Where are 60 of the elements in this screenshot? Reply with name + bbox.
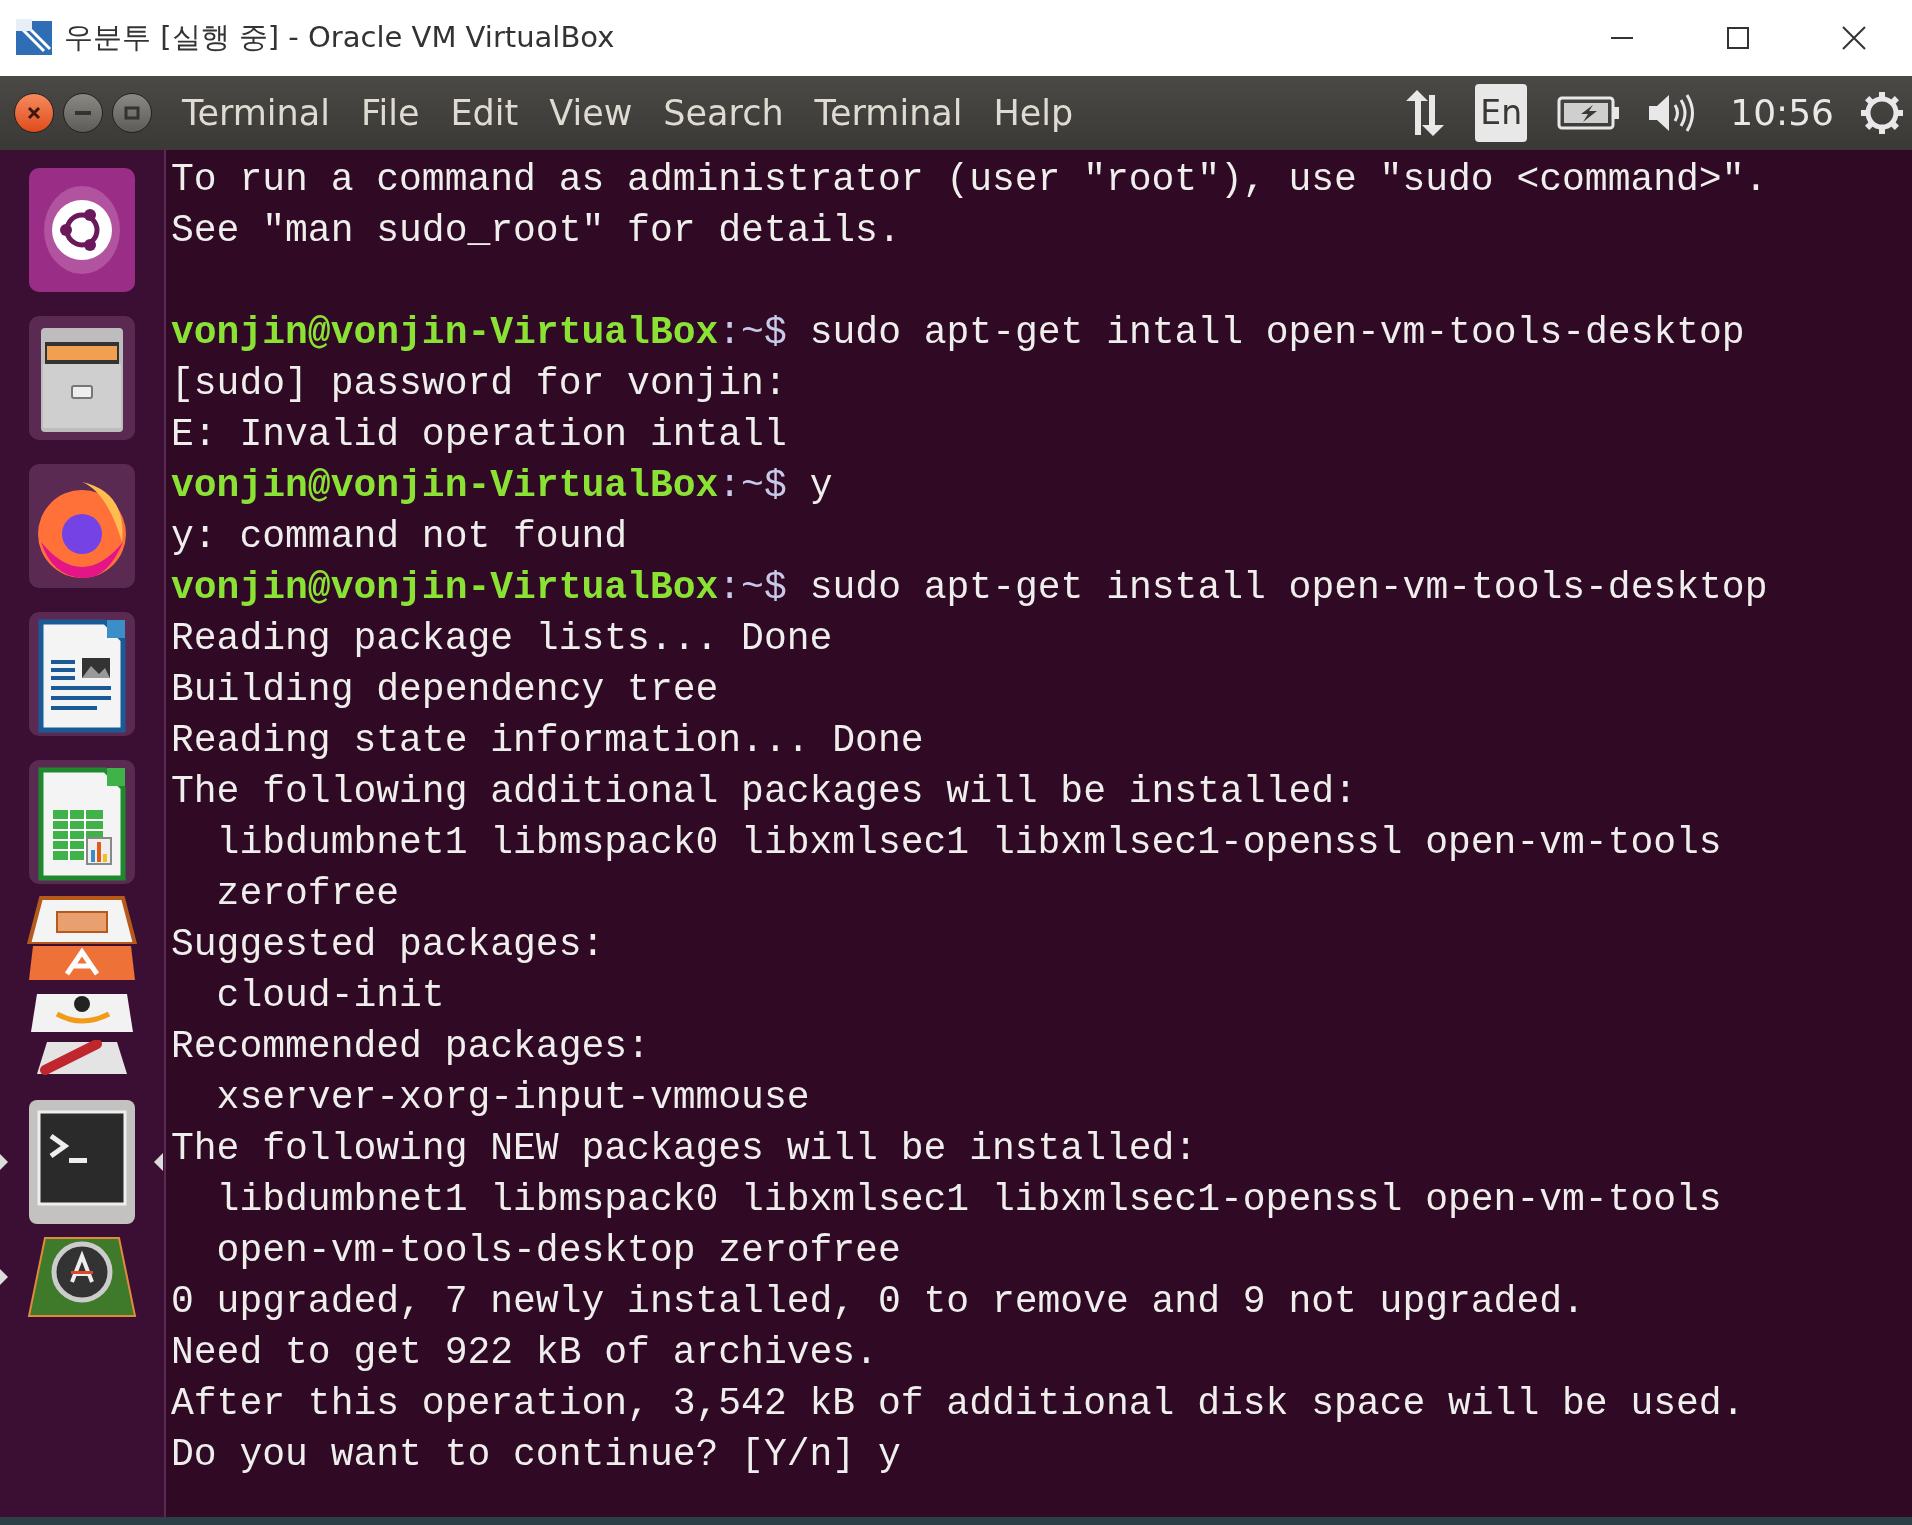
maximize-icon bbox=[124, 106, 140, 120]
menu-item[interactable]: Terminal bbox=[182, 86, 330, 140]
terminal-output-line: libdumbnet1 libmspack0 libxmlsec1 libxmlsec1-openssl open-vm-tools bbox=[215, 821, 1722, 864]
terminal-output-line: E: Invalid operation intall bbox=[171, 413, 787, 456]
terminal-output-line: To run a command as administrator (user "root"), use "sudo <command>". bbox=[171, 158, 1768, 201]
clock[interactable]: 10:56 bbox=[1730, 86, 1834, 140]
menu-item[interactable]: Terminal bbox=[814, 86, 963, 140]
menu-item[interactable]: View bbox=[549, 86, 633, 140]
minimize-icon bbox=[75, 111, 91, 115]
battery-icon bbox=[1557, 96, 1622, 130]
terminal-command: sudo apt-get install open-vm-tools-desktop bbox=[809, 566, 1768, 609]
spreadsheet-icon[interactable] bbox=[27, 758, 137, 886]
ubuntu-logo-icon[interactable] bbox=[27, 166, 137, 294]
terminal-output-line: Recommended packages: bbox=[171, 1025, 650, 1068]
maximize-icon bbox=[1727, 27, 1749, 49]
terminal-output-line: [sudo] password for vonjin: bbox=[171, 362, 787, 405]
terminal-output-line: After this operation, 3,542 kB of additional disk space will be used. bbox=[171, 1382, 1745, 1425]
terminal-output-line: The following additional packages will be installed: bbox=[171, 770, 1357, 813]
terminal-command: y bbox=[809, 464, 833, 507]
terminal-output-line: libdumbnet1 libmspack0 libxmlsec1 libxmlsec1-openssl open-vm-tools bbox=[215, 1178, 1722, 1221]
prompt-path: :~$ bbox=[718, 311, 787, 354]
terminal-output-line: Reading package lists... Done bbox=[171, 617, 833, 660]
terminal-output-line: 0 upgraded, 7 newly installed, 0 to remove and 9 not upgraded. bbox=[171, 1280, 1585, 1323]
terminal-output-line: xserver-xorg-input-vmmouse bbox=[215, 1076, 810, 1119]
file-cabinet-icon[interactable] bbox=[27, 314, 137, 442]
terminal-output-line: Do you want to continue? [Y/n] y bbox=[171, 1433, 901, 1476]
menu-item[interactable]: File bbox=[360, 86, 420, 140]
close-icon bbox=[1842, 26, 1866, 50]
prompt-path: :~$ bbox=[718, 464, 787, 507]
settings-gear-icon[interactable] bbox=[1860, 91, 1904, 135]
terminal-output-line: open-vm-tools-desktop zerofree bbox=[215, 1229, 901, 1272]
prompt-path: :~$ bbox=[718, 566, 787, 609]
terminal-command: sudo apt-get intall open-vm-tools-desktop bbox=[809, 311, 1745, 354]
terminal-output-line: The following NEW packages will be installed: bbox=[171, 1127, 1198, 1170]
text-document-icon[interactable] bbox=[27, 610, 137, 738]
menu-item[interactable]: Search bbox=[663, 86, 784, 140]
prompt-user-host: vonjin@vonjin-VirtualBox bbox=[171, 566, 719, 609]
terminal-output-line: Need to get 922 kB of archives. bbox=[171, 1331, 878, 1374]
menu-item[interactable]: Edit bbox=[450, 86, 519, 140]
terminal-output-line: Reading state information... Done bbox=[171, 719, 924, 762]
update-arrows-icon[interactable] bbox=[27, 1236, 137, 1318]
menu-item[interactable]: Help bbox=[993, 86, 1074, 140]
minimize-icon bbox=[1611, 37, 1633, 39]
prompt-user-host: vonjin@vonjin-VirtualBox bbox=[171, 311, 719, 354]
window-maximize-button[interactable] bbox=[112, 93, 152, 133]
prompt-user-host: vonjin@vonjin-VirtualBox bbox=[171, 464, 719, 507]
terminal-output-line: Building dependency tree bbox=[171, 668, 719, 711]
window-title: 우분투 [실행 중] - Oracle VM VirtualBox bbox=[64, 19, 615, 57]
keyboard-layout-indicator[interactable]: En bbox=[1475, 84, 1528, 142]
presentation-icon[interactable] bbox=[27, 896, 137, 944]
terminal-output-line: zerofree bbox=[215, 872, 400, 915]
terminal-output-line: y: command not found bbox=[171, 515, 628, 558]
window-close-button[interactable] bbox=[14, 93, 54, 133]
terminal-output-line: Suggested packages: bbox=[171, 923, 605, 966]
terminal-output-line: See "man sudo_root" for details. bbox=[171, 209, 901, 252]
fox-globe-icon[interactable] bbox=[27, 462, 137, 590]
terminal-icon[interactable] bbox=[27, 1098, 137, 1226]
terminal-output-line: cloud-init bbox=[215, 974, 445, 1017]
window-minimize-button[interactable] bbox=[63, 93, 103, 133]
close-icon bbox=[26, 105, 42, 121]
